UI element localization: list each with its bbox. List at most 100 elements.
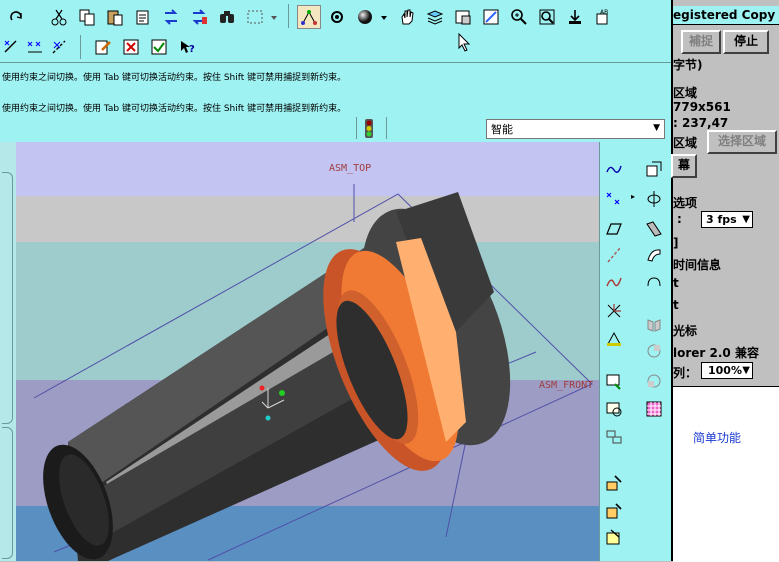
pattern-tool-icon[interactable] [643,340,665,362]
chevron-down-icon[interactable] [378,6,390,28]
settings-icon[interactable] [326,6,348,28]
constraint-icon[interactable] [0,36,22,58]
fps-prefix: : [677,212,682,226]
datum-plane-tool-icon[interactable] [603,218,625,240]
simple-mode-link[interactable]: 简单功能 [693,429,741,446]
hole-tool-icon[interactable] [643,272,665,294]
blend-tool-icon[interactable] [643,244,665,266]
svg-text:?: ? [189,44,195,55]
zoom-value: 100% [708,364,742,377]
status-bar: 智能 ▼ [0,115,671,143]
compat-option[interactable]: lorer 2.0 兼容 [673,344,759,361]
option-row: t [673,298,679,312]
recorder-divider [673,24,779,25]
datum-label-front: ASM_FRONT [539,380,593,391]
chevron-down-icon: ▼ [742,365,750,376]
recorder-content-area: 简单功能 [673,386,779,562]
paste-icon[interactable] [104,6,126,28]
datum-csys-tool-icon[interactable] [603,300,625,322]
edit-definition-icon[interactable] [92,36,114,58]
option-row: ] [673,236,679,250]
datum-axis-tool-icon[interactable] [603,244,625,266]
zoom-select[interactable]: 100% ▼ [701,362,753,379]
pan-hand-icon[interactable] [396,6,418,28]
help-context-icon[interactable]: ? [176,36,198,58]
grid-tool-icon[interactable] [643,398,665,420]
stop-button[interactable]: 停止 [723,30,769,54]
annotation-icon[interactable]: AB [592,6,614,28]
layers-icon[interactable] [424,6,446,28]
splitter-handle[interactable] [2,172,13,424]
redo-icon[interactable] [6,6,28,28]
recorder-panel: egistered Copy 補捉 停止 字节) 区域 779x561 : 23… [671,0,779,562]
recorder-title-bar: egistered Copy [673,6,779,24]
message-area: 使用约束之间切换。使用 Tab 键可切换活动约束。按住 Shift 键可禁用捕捉… [0,63,671,115]
secondary-toolbar: ? [0,32,671,63]
mirror-tool-icon[interactable] [643,314,665,336]
find-icon[interactable] [216,6,238,28]
status-hint: 使用约束之间切换。使用 Tab 键可切换活动约束。按住 Shift 键可禁用捕捉… [2,73,347,83]
sketch-tool-icon[interactable] [297,5,321,29]
selection-filter-dropdown[interactable]: 智能 ▼ [486,119,665,139]
zoom-prefix: 列： [673,366,698,380]
flyout-chevron-icon[interactable]: ▸ [631,192,635,201]
analysis-tool-icon[interactable] [603,328,625,350]
cursor-option[interactable]: 光标 [673,322,697,339]
chevron-down-icon[interactable] [268,6,280,28]
toolbar-separator [288,4,289,28]
copy-icon[interactable] [76,6,98,28]
fps-select[interactable]: 3 fps ▼ [701,211,753,228]
fullscreen-button[interactable]: 幕 [671,154,697,178]
datum-label-top: ASM_TOP [329,163,371,174]
close-window-icon[interactable] [120,36,142,58]
sphere-shading-icon[interactable] [354,6,376,28]
toolbar-separator [80,35,81,59]
splitter-handle[interactable] [2,427,13,559]
capture-button[interactable]: 補捉 [681,30,721,54]
zoom-in-icon[interactable] [508,6,530,28]
placement-tool-icon[interactable] [603,370,625,392]
main-toolbar: AB [0,0,671,32]
feature-toolbar: ▸ [599,142,672,561]
option-row: t [673,276,679,290]
create-component-icon[interactable] [603,500,625,522]
cut-icon[interactable] [48,6,70,28]
sketch-curve-icon[interactable] [603,158,625,180]
assemble-tool-icon[interactable] [603,472,625,494]
left-navigator-strip[interactable] [0,142,17,561]
region-label: 区域 [673,86,698,100]
region-size: 779x561 [673,100,731,114]
select-region-button[interactable]: 选择区域 [707,130,777,154]
mouse-cursor-icon [458,32,472,53]
regen-manager-icon[interactable] [188,6,210,28]
status-separator [356,117,357,139]
graphics-viewport[interactable]: ASM_TOP ASM_FRONT [16,142,599,561]
orient-icon[interactable] [480,6,502,28]
selection-box-icon[interactable] [242,6,268,28]
revolve-tool-icon[interactable] [643,188,665,210]
status-separator [386,117,387,139]
regenerate-icon[interactable] [160,6,182,28]
recorder-title: egistered Copy [673,8,776,22]
chevron-down-icon: ▼ [653,123,660,133]
activate-window-icon[interactable] [148,36,170,58]
bytes-label: 字节) [673,58,703,72]
component-tool-icon[interactable] [603,398,625,420]
shell-tool-icon[interactable] [643,370,665,392]
datum-point-tool-icon[interactable] [603,188,625,210]
extrude-tool-icon[interactable] [643,158,665,180]
select-region-label: 区域 [673,136,698,150]
time-info-option[interactable]: 时间信息 [673,256,721,273]
sweep-tool-icon[interactable] [643,218,665,240]
datum-axis-icon[interactable] [48,36,70,58]
saved-view-icon[interactable] [452,6,474,28]
repeat-tool-icon[interactable] [603,426,625,448]
region-position: : 237,47 [673,116,729,130]
datum-points-icon[interactable] [24,36,46,58]
filter-value: 智能 [491,123,513,136]
zoom-window-icon[interactable] [536,6,558,28]
datum-curve-tool-icon[interactable] [603,272,625,294]
paste-special-icon[interactable] [132,6,154,28]
refit-icon[interactable] [564,6,586,28]
package-tool-icon[interactable] [603,526,625,548]
